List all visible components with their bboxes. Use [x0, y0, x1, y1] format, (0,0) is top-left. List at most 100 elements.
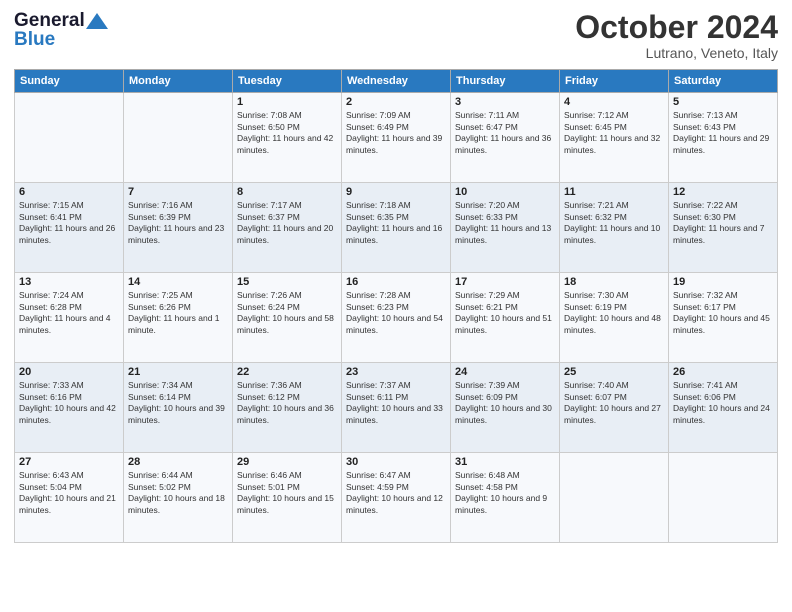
- day-info: Sunrise: 7:37 AMSunset: 6:11 PMDaylight:…: [346, 380, 446, 426]
- day-number: 22: [237, 366, 337, 378]
- day-info: Sunrise: 7:13 AMSunset: 6:43 PMDaylight:…: [673, 110, 773, 156]
- calendar-cell: [124, 93, 233, 183]
- day-info: Sunrise: 7:12 AMSunset: 6:45 PMDaylight:…: [564, 110, 664, 156]
- day-number: 1: [237, 96, 337, 108]
- day-info: Sunrise: 7:32 AMSunset: 6:17 PMDaylight:…: [673, 290, 773, 336]
- location: Lutrano, Veneto, Italy: [575, 45, 778, 61]
- day-of-week-header: Tuesday: [233, 70, 342, 93]
- day-info: Sunrise: 7:08 AMSunset: 6:50 PMDaylight:…: [237, 110, 337, 156]
- day-number: 13: [19, 276, 119, 288]
- calendar-cell: 5 Sunrise: 7:13 AMSunset: 6:43 PMDaylight…: [669, 93, 778, 183]
- day-info: Sunrise: 7:09 AMSunset: 6:49 PMDaylight:…: [346, 110, 446, 156]
- day-info: Sunrise: 7:34 AMSunset: 6:14 PMDaylight:…: [128, 380, 228, 426]
- calendar-week-row: 6 Sunrise: 7:15 AMSunset: 6:41 PMDaylight…: [15, 183, 778, 273]
- day-info: Sunrise: 7:36 AMSunset: 6:12 PMDaylight:…: [237, 380, 337, 426]
- calendar-week-row: 13 Sunrise: 7:24 AMSunset: 6:28 PMDayligh…: [15, 273, 778, 363]
- day-number: 23: [346, 366, 446, 378]
- calendar-cell: 19 Sunrise: 7:32 AMSunset: 6:17 PMDayligh…: [669, 273, 778, 363]
- calendar-cell: 16Sunrise: 7:28 AMSunset: 6:23 PMDayligh…: [342, 273, 451, 363]
- calendar-cell: 15 Sunrise: 7:26 AMSunset: 6:24 PMDayligh…: [233, 273, 342, 363]
- day-number: 15: [237, 276, 337, 288]
- calendar-cell: 22 Sunrise: 7:36 AMSunset: 6:12 PMDayligh…: [233, 363, 342, 453]
- day-number: 17: [455, 276, 555, 288]
- day-info: Sunrise: 7:26 AMSunset: 6:24 PMDaylight:…: [237, 290, 337, 336]
- day-number: 9: [346, 186, 446, 198]
- calendar-cell: 14 Sunrise: 7:25 AMSunset: 6:26 PMDayligh…: [124, 273, 233, 363]
- calendar-cell: 4 Sunrise: 7:12 AMSunset: 6:45 PMDaylight…: [560, 93, 669, 183]
- day-info: Sunrise: 7:16 AMSunset: 6:39 PMDaylight:…: [128, 200, 228, 246]
- day-of-week-header: Friday: [560, 70, 669, 93]
- calendar-table: SundayMondayTuesdayWednesdayThursdayFrid…: [14, 69, 778, 543]
- day-number: 16: [346, 276, 446, 288]
- day-info: Sunrise: 7:11 AMSunset: 6:47 PMDaylight:…: [455, 110, 555, 156]
- day-number: 27: [19, 456, 119, 468]
- calendar-cell: 24 Sunrise: 7:39 AMSunset: 6:09 PMDayligh…: [451, 363, 560, 453]
- calendar-week-row: 1 Sunrise: 7:08 AMSunset: 6:50 PMDaylight…: [15, 93, 778, 183]
- day-info: Sunrise: 7:24 AMSunset: 6:28 PMDaylight:…: [19, 290, 119, 336]
- day-number: 18: [564, 276, 664, 288]
- calendar-cell: 17Sunrise: 7:29 AMSunset: 6:21 PMDayligh…: [451, 273, 560, 363]
- calendar-cell: 28 Sunrise: 6:44 AMSunset: 5:02 PMDayligh…: [124, 453, 233, 543]
- day-info: Sunrise: 7:21 AMSunset: 6:32 PMDaylight:…: [564, 200, 664, 246]
- calendar-cell: 27 Sunrise: 6:43 AMSunset: 5:04 PMDayligh…: [15, 453, 124, 543]
- day-info: Sunrise: 7:30 AMSunset: 6:19 PMDaylight:…: [564, 290, 664, 336]
- calendar-week-row: 27 Sunrise: 6:43 AMSunset: 5:04 PMDayligh…: [15, 453, 778, 543]
- day-of-week-header: Monday: [124, 70, 233, 93]
- calendar-cell: [669, 453, 778, 543]
- day-number: 14: [128, 276, 228, 288]
- day-info: Sunrise: 6:47 AMSunset: 4:59 PMDaylight:…: [346, 470, 446, 516]
- calendar-cell: 10Sunrise: 7:20 AMSunset: 6:33 PMDayligh…: [451, 183, 560, 273]
- title-block: October 2024 Lutrano, Veneto, Italy: [575, 10, 778, 61]
- day-number: 30: [346, 456, 446, 468]
- day-number: 21: [128, 366, 228, 378]
- day-info: Sunrise: 7:15 AMSunset: 6:41 PMDaylight:…: [19, 200, 119, 246]
- day-info: Sunrise: 6:44 AMSunset: 5:02 PMDaylight:…: [128, 470, 228, 516]
- logo-blue: Blue: [14, 29, 108, 51]
- day-info: Sunrise: 6:48 AMSunset: 4:58 PMDaylight:…: [455, 470, 555, 516]
- day-number: 28: [128, 456, 228, 468]
- header-row: SundayMondayTuesdayWednesdayThursdayFrid…: [15, 70, 778, 93]
- day-number: 6: [19, 186, 119, 198]
- day-of-week-header: Wednesday: [342, 70, 451, 93]
- day-info: Sunrise: 7:39 AMSunset: 6:09 PMDaylight:…: [455, 380, 555, 426]
- logo: General Blue: [14, 10, 108, 51]
- calendar-cell: 2 Sunrise: 7:09 AMSunset: 6:49 PMDaylight…: [342, 93, 451, 183]
- calendar-cell: 3 Sunrise: 7:11 AMSunset: 6:47 PMDaylight…: [451, 93, 560, 183]
- calendar-cell: 8 Sunrise: 7:17 AMSunset: 6:37 PMDaylight…: [233, 183, 342, 273]
- day-number: 4: [564, 96, 664, 108]
- calendar-cell: 29Sunrise: 6:46 AMSunset: 5:01 PMDayligh…: [233, 453, 342, 543]
- calendar-cell: 26Sunrise: 7:41 AMSunset: 6:06 PMDayligh…: [669, 363, 778, 453]
- calendar-cell: 12Sunrise: 7:22 AMSunset: 6:30 PMDayligh…: [669, 183, 778, 273]
- day-number: 11: [564, 186, 664, 198]
- calendar-cell: 11 Sunrise: 7:21 AMSunset: 6:32 PMDayligh…: [560, 183, 669, 273]
- day-of-week-header: Saturday: [669, 70, 778, 93]
- calendar-cell: 20Sunrise: 7:33 AMSunset: 6:16 PMDayligh…: [15, 363, 124, 453]
- month-title: October 2024: [575, 10, 778, 45]
- calendar-cell: 7Sunrise: 7:16 AMSunset: 6:39 PMDaylight…: [124, 183, 233, 273]
- day-info: Sunrise: 7:40 AMSunset: 6:07 PMDaylight:…: [564, 380, 664, 426]
- day-number: 5: [673, 96, 773, 108]
- day-number: 2: [346, 96, 446, 108]
- day-number: 19: [673, 276, 773, 288]
- header: General Blue October 2024 Lutrano, Venet…: [14, 10, 778, 61]
- day-number: 8: [237, 186, 337, 198]
- calendar-cell: 18 Sunrise: 7:30 AMSunset: 6:19 PMDayligh…: [560, 273, 669, 363]
- logo-icon: [86, 13, 108, 29]
- calendar-cell: [560, 453, 669, 543]
- day-info: Sunrise: 7:25 AMSunset: 6:26 PMDaylight:…: [128, 290, 228, 336]
- day-number: 10: [455, 186, 555, 198]
- day-info: Sunrise: 6:43 AMSunset: 5:04 PMDaylight:…: [19, 470, 119, 516]
- day-number: 3: [455, 96, 555, 108]
- day-number: 29: [237, 456, 337, 468]
- day-number: 24: [455, 366, 555, 378]
- day-info: Sunrise: 7:41 AMSunset: 6:06 PMDaylight:…: [673, 380, 773, 426]
- calendar-cell: 30 Sunrise: 6:47 AMSunset: 4:59 PMDayligh…: [342, 453, 451, 543]
- day-info: Sunrise: 7:18 AMSunset: 6:35 PMDaylight:…: [346, 200, 446, 246]
- calendar-cell: 13 Sunrise: 7:24 AMSunset: 6:28 PMDayligh…: [15, 273, 124, 363]
- calendar-cell: 6 Sunrise: 7:15 AMSunset: 6:41 PMDaylight…: [15, 183, 124, 273]
- day-info: Sunrise: 7:17 AMSunset: 6:37 PMDaylight:…: [237, 200, 337, 246]
- day-number: 31: [455, 456, 555, 468]
- calendar-cell: 31 Sunrise: 6:48 AMSunset: 4:58 PMDayligh…: [451, 453, 560, 543]
- day-info: Sunrise: 7:33 AMSunset: 6:16 PMDaylight:…: [19, 380, 119, 426]
- calendar-cell: [15, 93, 124, 183]
